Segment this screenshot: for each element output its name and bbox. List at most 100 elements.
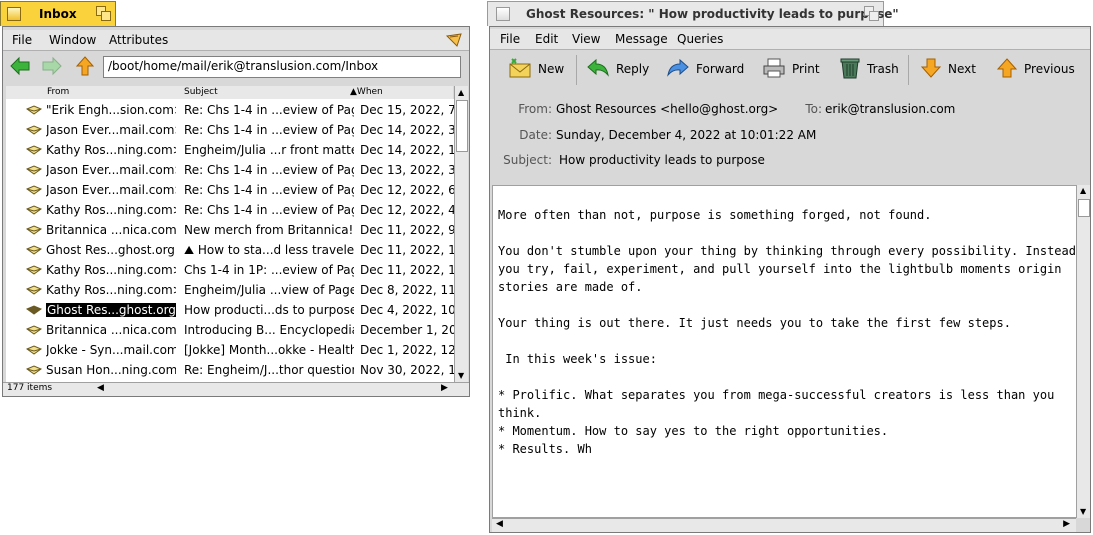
previous-button[interactable]: Previous [996, 55, 1082, 83]
print-label: Print [792, 62, 820, 76]
new-label: New [538, 62, 565, 76]
next-button[interactable]: Next [920, 55, 980, 83]
deskbar-leaf-icon[interactable] [445, 32, 463, 48]
menu-edit[interactable]: Edit [535, 32, 558, 46]
table-row[interactable]: Jason Ever...mail.com> Re: Chs 1-4 in ...… [6, 160, 456, 180]
table-row[interactable]: Jokke - Syn...mail.com> [Jokke] Month...o… [6, 340, 456, 360]
cell-from-text: Ghost Res...ghost.org> [46, 303, 176, 317]
cell-subject: Re: Chs 1-4 in ...eview of Pages [184, 123, 354, 137]
cell-from: Ghost Res...ghost.org> [46, 303, 176, 317]
table-row[interactable]: Jason Ever...mail.com> Re: Chs 1-4 in ...… [6, 180, 456, 200]
horizontal-scrollbar[interactable]: ◀ ▶ [492, 518, 1076, 532]
scroll-thumb[interactable] [1078, 199, 1090, 217]
scroll-down-arrow-icon[interactable]: ▼ [1080, 507, 1086, 516]
table-row[interactable]: Kathy Ros...ning.com> Chs 1-4 in 1P: ...e… [6, 260, 456, 280]
table-row[interactable]: Kathy Ros...ning.com> Engheim/Julia ...r … [6, 140, 456, 160]
zoom-icon[interactable] [864, 6, 879, 21]
cell-when: Dec 11, 2022, 9:05 [360, 223, 456, 237]
to-label: To: [805, 102, 822, 116]
menu-window[interactable]: Window [49, 33, 96, 47]
cell-from-text: Britannica ...nica.com> [46, 223, 176, 237]
menu-attributes[interactable]: Attributes [109, 33, 168, 47]
menu-view[interactable]: View [572, 32, 600, 46]
table-row[interactable]: Ghost Res...ghost.org> ⛰ How to sta...d l… [6, 240, 456, 260]
body-line: * Prolific. What separates you from mega… [498, 388, 1055, 402]
cell-subject: Re: Engheim/J...thor question [184, 363, 354, 377]
cell-from-text: Jason Ever...mail.com> [46, 123, 176, 137]
trash-button[interactable]: Trash [838, 55, 900, 83]
scroll-up-arrow-icon[interactable]: ▲ [458, 88, 464, 97]
to-value[interactable]: erik@translusion.com [825, 102, 955, 116]
toolbar-separator [576, 55, 577, 85]
column-subject[interactable]: Subject [184, 87, 218, 97]
table-row[interactable]: Britannica ...nica.com> Introducing B... … [6, 320, 456, 340]
close-box[interactable] [496, 7, 510, 21]
scroll-down-arrow-icon[interactable]: ▼ [458, 371, 464, 380]
inbox-window-tab[interactable]: Inbox [0, 1, 116, 26]
cell-when: Dec 8, 2022, 11:36 [360, 283, 456, 297]
table-row[interactable]: Ghost Res...ghost.org> How producti...ds… [6, 300, 456, 320]
scroll-right-arrow-icon[interactable]: ▶ [1063, 519, 1070, 529]
cell-when: Dec 11, 2022, 1:15 [360, 263, 456, 277]
vertical-scrollbar[interactable]: ▲ ▼ [454, 86, 468, 382]
cell-from: Kathy Ros...ning.com> [46, 203, 176, 217]
parent-folder-arrow-icon[interactable] [75, 55, 95, 77]
scroll-right-arrow-icon[interactable]: ▶ [441, 383, 448, 393]
cell-from-text: Jason Ever...mail.com> [46, 163, 176, 177]
item-count: 177 items [7, 383, 53, 393]
cell-from: Susan Hon...ning.com> [46, 363, 176, 377]
from-value[interactable]: Ghost Resources <hello@ghost.org> [556, 102, 778, 116]
scroll-left-arrow-icon[interactable]: ◀ [496, 519, 503, 529]
envelope-icon [26, 325, 42, 335]
menu-queries[interactable]: Queries [677, 32, 723, 46]
cell-subject: How producti...ds to purpose [184, 303, 354, 317]
back-arrow-icon[interactable] [9, 56, 31, 76]
cell-from: Jason Ever...mail.com> [46, 183, 176, 197]
message-window-tab[interactable]: Ghost Resources: " How productivity lead… [487, 1, 899, 26]
menu-file[interactable]: File [12, 33, 32, 47]
toolbar-separator [908, 55, 909, 85]
envelope-icon [26, 305, 42, 315]
cell-when: Dec 12, 2022, 4:36 [360, 203, 456, 217]
scroll-thumb[interactable] [456, 100, 468, 152]
message-window: File Edit View Message Queries New Reply… [489, 26, 1091, 533]
cell-subject: Engheim/Julia ...view of Pages [184, 283, 354, 297]
zoom-icon[interactable] [96, 6, 111, 21]
cell-subject: Re: Chs 1-4 in ...eview of Pages [184, 103, 354, 117]
scroll-left-arrow-icon[interactable]: ◀ [97, 383, 104, 393]
cell-from-text: Ghost Res...ghost.org> [46, 243, 176, 257]
forward-arrow-icon[interactable] [41, 56, 63, 76]
path-field[interactable]: /boot/home/mail/erik@translusion.com/Inb… [103, 56, 461, 78]
body-line: You don't stumble upon your thing by thi… [498, 244, 1084, 258]
cell-from-text: Britannica ...nica.com> [46, 323, 176, 337]
menu-bar: File Edit View Message Queries [490, 29, 1090, 50]
new-button[interactable]: New [508, 55, 570, 83]
column-header-bar: From Subject ▲When [6, 86, 453, 100]
print-button[interactable]: Print [762, 55, 822, 83]
cell-subject: New merch from Britannica! [184, 223, 354, 237]
reply-button[interactable]: Reply [586, 55, 649, 83]
menu-message[interactable]: Message [615, 32, 668, 46]
column-from[interactable]: From [47, 87, 69, 97]
table-row[interactable]: Kathy Ros...ning.com> Re: Chs 1-4 in ...e… [6, 200, 456, 220]
cell-from: Kathy Ros...ning.com> [46, 263, 176, 277]
vertical-scrollbar[interactable]: ▲ ▼ [1076, 185, 1090, 518]
cell-from-text: Kathy Ros...ning.com> [46, 203, 176, 217]
message-body[interactable]: More often than not, purpose is somethin… [492, 185, 1083, 518]
column-when[interactable]: ▲When [350, 87, 383, 97]
table-row[interactable]: "Erik Engh...sion.com> Re: Chs 1-4 in ...… [6, 100, 456, 120]
menu-file[interactable]: File [500, 32, 520, 46]
table-row[interactable]: Susan Hon...ning.com> Re: Engheim/J...tho… [6, 360, 456, 380]
cell-from: Britannica ...nica.com> [46, 223, 176, 237]
from-label: From: [518, 102, 552, 116]
table-row[interactable]: Britannica ...nica.com> New merch from Br… [6, 220, 456, 240]
close-box[interactable] [7, 7, 21, 21]
window-title: Ghost Resources: " How productivity lead… [526, 7, 899, 21]
table-row[interactable]: Jason Ever...mail.com> Re: Chs 1-4 in ...… [6, 120, 456, 140]
forward-button[interactable]: Forward [666, 55, 746, 83]
cell-from-text: Susan Hon...ning.com> [46, 363, 176, 377]
cell-when: Dec 15, 2022, 7:15 [360, 103, 456, 117]
envelope-icon [26, 365, 42, 375]
scroll-up-arrow-icon[interactable]: ▲ [1080, 186, 1086, 195]
table-row[interactable]: Kathy Ros...ning.com> Engheim/Julia ...vi… [6, 280, 456, 300]
